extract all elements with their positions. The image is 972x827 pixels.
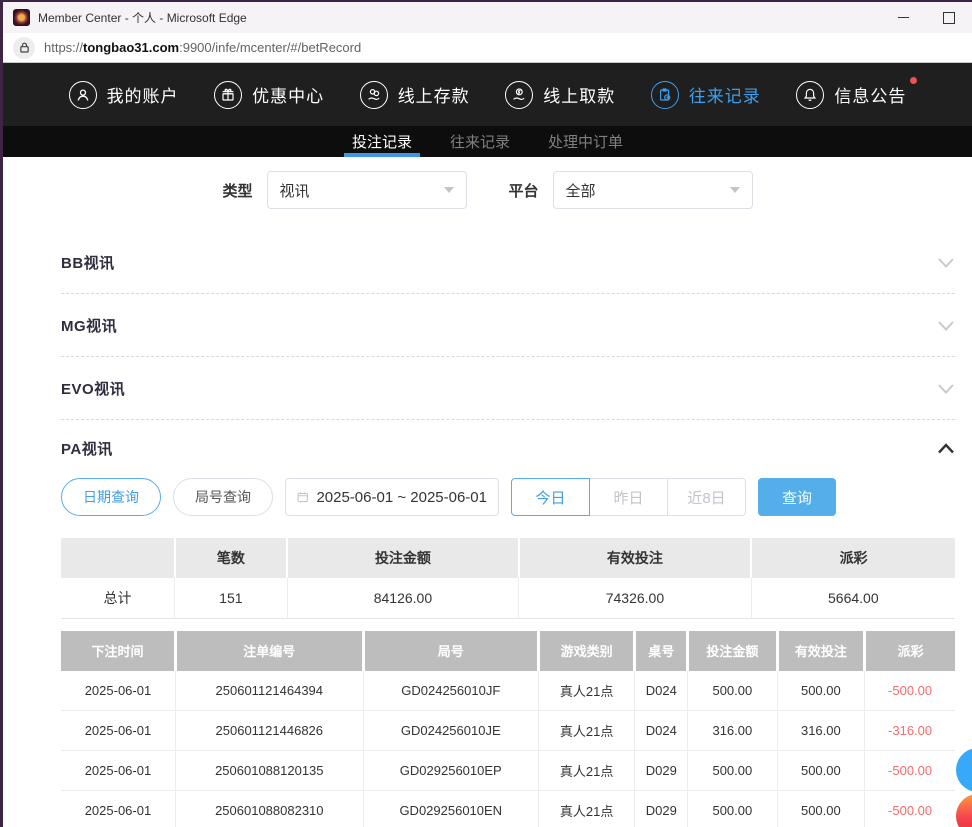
tab-bet-record[interactable]: 投注记录 xyxy=(349,126,415,157)
titlebar: Member Center - 个人 - Microsoft Edge xyxy=(3,2,972,33)
url-bar[interactable]: https://tongbao31.com:9900/infe/mcenter/… xyxy=(3,33,972,63)
search-button[interactable]: 查询 xyxy=(758,478,836,516)
tab-transaction-record[interactable]: 往来记录 xyxy=(447,126,513,157)
col-round-id: 局号 xyxy=(363,631,538,671)
user-icon xyxy=(69,81,97,109)
browser-window: Member Center - 个人 - Microsoft Edge http… xyxy=(0,0,972,827)
col-payout: 派彩 xyxy=(865,631,955,671)
type-label: 类型 xyxy=(222,180,252,201)
yesterday-button[interactable]: 昨日 xyxy=(589,478,668,516)
summary-header-blank xyxy=(61,538,175,578)
nav-promotions[interactable]: 优惠中心 xyxy=(214,81,324,109)
nav-deposit[interactable]: 线上存款 xyxy=(360,81,470,109)
platform-select[interactable]: 全部 xyxy=(553,171,753,209)
pa-toolbar: 日期查询 局号查询 2025-06-01 ~ 2025-06-01 今日 昨日 … xyxy=(61,478,955,516)
calendar-icon xyxy=(297,489,308,505)
notification-dot xyxy=(910,77,917,84)
summary-total-label: 总计 xyxy=(61,578,175,618)
summary-payout: 5664.00 xyxy=(751,578,955,618)
nav-withdraw[interactable]: 线上取款 xyxy=(505,81,615,109)
section-mg-video[interactable]: MG视讯 xyxy=(61,294,955,357)
section-pa-video[interactable]: PA视讯 xyxy=(61,420,955,476)
lock-icon[interactable] xyxy=(13,37,35,59)
col-bet-amount: 投注金额 xyxy=(688,631,777,671)
chevron-down-icon xyxy=(937,381,955,396)
col-table-no: 桌号 xyxy=(635,631,688,671)
section-bb-video[interactable]: BB视讯 xyxy=(61,231,955,294)
date-query-button[interactable]: 日期查询 xyxy=(61,478,161,516)
col-order-id: 注单编号 xyxy=(175,631,363,671)
hand-dollar-icon xyxy=(505,81,533,109)
quick-range-group: 今日 昨日 近8日 xyxy=(511,478,746,516)
col-game-type: 游戏类别 xyxy=(538,631,635,671)
summary-table: 笔数 投注金额 有效投注 派彩 总计 151 84126.00 74326.00… xyxy=(61,538,955,619)
chevron-down-icon xyxy=(937,318,955,333)
summary-valid-bet: 74326.00 xyxy=(519,578,751,618)
maximize-button[interactable] xyxy=(926,2,972,33)
chevron-up-icon xyxy=(937,441,955,456)
tab-pending-orders[interactable]: 处理中订单 xyxy=(545,126,626,157)
section-evo-video[interactable]: EVO视讯 xyxy=(61,357,955,420)
type-select[interactable]: 视讯 xyxy=(267,171,467,209)
bell-icon xyxy=(796,81,824,109)
nav-transaction-records[interactable]: 往来记录 xyxy=(651,81,761,109)
chevron-down-icon xyxy=(937,255,955,270)
minimize-button[interactable] xyxy=(880,2,926,33)
sub-nav: 投注记录 往来记录 处理中订单 xyxy=(3,126,972,157)
summary-header-valid-bet: 有效投注 xyxy=(519,538,751,578)
site-favicon xyxy=(13,9,30,26)
table-row: 2025-06-01 250601088120135 GD029256010EP… xyxy=(61,751,955,791)
summary-bet-amount: 84126.00 xyxy=(287,578,519,618)
table-row: 2025-06-01 250601121464394 GD024256010JF… xyxy=(61,671,955,711)
round-query-button[interactable]: 局号查询 xyxy=(173,478,273,516)
nav-announcements[interactable]: 信息公告 xyxy=(796,81,906,109)
summary-header-payout: 派彩 xyxy=(751,538,955,578)
hand-coins-icon xyxy=(360,81,388,109)
gift-icon xyxy=(214,81,242,109)
nav-my-account[interactable]: 我的账户 xyxy=(69,81,179,109)
caret-down-icon xyxy=(730,187,740,193)
summary-count: 151 xyxy=(175,578,288,618)
date-range-input[interactable]: 2025-06-01 ~ 2025-06-01 xyxy=(285,478,499,516)
table-row: 2025-06-01 250601121446826 GD024256010JE… xyxy=(61,711,955,751)
summary-header-count: 笔数 xyxy=(175,538,288,578)
clipboard-clock-icon xyxy=(651,81,679,109)
platform-label: 平台 xyxy=(509,180,539,201)
today-button[interactable]: 今日 xyxy=(511,478,590,516)
window-title: Member Center - 个人 - Microsoft Edge xyxy=(38,9,247,26)
filter-bar: 类型 视讯 平台 全部 xyxy=(3,171,972,209)
bet-detail-table: 下注时间 注单编号 局号 游戏类别 桌号 投注金额 有效投注 派彩 2025-0… xyxy=(61,631,955,827)
summary-header-bet-amount: 投注金额 xyxy=(287,538,519,578)
last-8-days-button[interactable]: 近8日 xyxy=(667,478,746,516)
summary-total-row: 总计 151 84126.00 74326.00 5664.00 xyxy=(61,578,955,618)
caret-down-icon xyxy=(444,187,454,193)
address-text[interactable]: https://tongbao31.com:9900/infe/mcenter/… xyxy=(44,40,361,55)
col-bet-time: 下注时间 xyxy=(61,631,175,671)
col-valid-bet: 有效投注 xyxy=(777,631,865,671)
table-row: 2025-06-01 250601088082310 GD029256010EN… xyxy=(61,791,955,827)
page-content: 类型 视讯 平台 全部 BB视讯 MG视讯 xyxy=(3,157,972,827)
main-nav: 我的账户 优惠中心 线上存款 xyxy=(3,63,972,126)
